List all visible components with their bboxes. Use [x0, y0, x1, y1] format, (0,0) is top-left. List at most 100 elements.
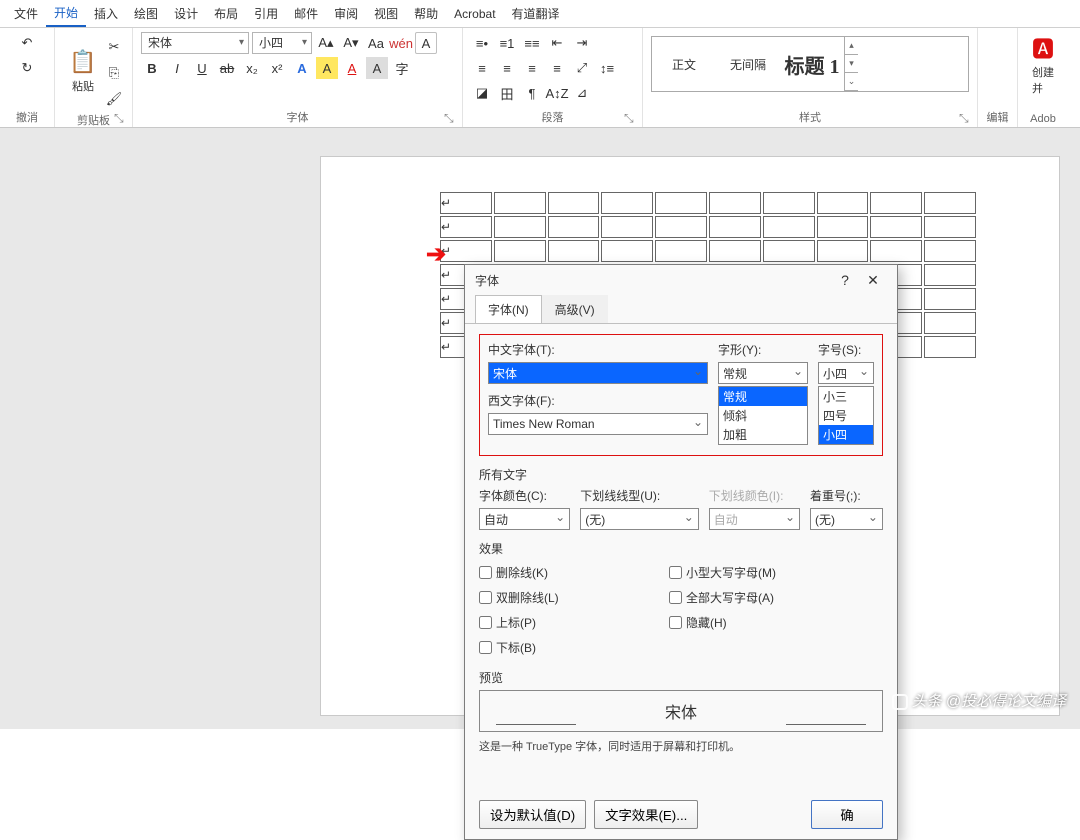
menu-layout[interactable]: 布局 [206, 1, 246, 26]
sort-button[interactable]: A↕Z [546, 82, 568, 104]
multilevel-button[interactable]: ≡≡ [521, 32, 543, 54]
menu-review[interactable]: 审阅 [326, 1, 366, 26]
menu-home[interactable]: 开始 [46, 0, 86, 27]
size-option-2[interactable]: 小四 [819, 425, 873, 444]
bullets-button[interactable]: ≡• [471, 32, 493, 54]
chk-allcaps[interactable]: 全部大写字母(A) [669, 589, 776, 606]
snap-button[interactable]: ⊿ [571, 82, 593, 104]
chinese-font-select[interactable]: 宋体 [488, 362, 708, 384]
menu-mailings[interactable]: 邮件 [286, 1, 326, 26]
style-nospacing[interactable]: 无间隔 [716, 37, 780, 91]
enclose-button[interactable]: 字 [391, 57, 413, 79]
indent-dec-button[interactable]: ⇤ [546, 32, 568, 54]
undo-button[interactable]: ↶ [16, 32, 38, 54]
superscript-button[interactable]: x² [266, 57, 288, 79]
phonetic-button[interactable]: wén [390, 32, 412, 54]
style-option-regular[interactable]: 常规 [719, 387, 807, 406]
strike-button[interactable]: ab [216, 57, 238, 79]
chk-hidden[interactable]: 隐藏(H) [669, 614, 776, 631]
paragraph-launcher-icon[interactable]: ⤡ [624, 111, 638, 125]
styles-launcher-icon[interactable]: ⤡ [959, 111, 973, 125]
align-right-button[interactable]: ≡ [521, 57, 543, 79]
chk-smallcaps[interactable]: 小型大写字母(M) [669, 564, 776, 581]
underline-select[interactable]: (无) [580, 508, 699, 530]
styles-gallery[interactable]: 正文 无间隔 标题 1 ▴▾⌄ [651, 36, 969, 92]
group-label: 字体 [141, 107, 454, 125]
menu-youdao[interactable]: 有道翻译 [504, 1, 568, 26]
style-option-italic[interactable]: 倾斜 [719, 406, 807, 425]
font-launcher-icon[interactable]: ⤡ [444, 111, 458, 125]
preview-box: 宋体 [479, 690, 883, 732]
grow-font-button[interactable]: A▴ [315, 32, 337, 54]
borders-button[interactable]: 田 [496, 82, 518, 104]
change-case-button[interactable]: Aa [365, 32, 387, 54]
distribute-button[interactable]: ⤢ [571, 57, 593, 79]
font-size-select[interactable]: 小四 [252, 32, 312, 54]
set-default-button[interactable]: 设为默认值(D) [479, 800, 586, 829]
menu-acrobat[interactable]: Acrobat [446, 3, 503, 25]
menu-insert[interactable]: 插入 [86, 1, 126, 26]
menu-references[interactable]: 引用 [246, 1, 286, 26]
chk-strike[interactable]: 删除线(K) [479, 564, 659, 581]
redo-button[interactable]: ↻ [16, 57, 38, 79]
clear-format-button[interactable]: A [415, 32, 437, 54]
fontcolor-select[interactable]: 自动 [479, 508, 570, 530]
italic-button[interactable]: I [166, 57, 188, 79]
underline-button[interactable]: U [191, 57, 213, 79]
group-label: 样式 [651, 107, 969, 125]
style-normal[interactable]: 正文 [652, 37, 716, 91]
text-effects-button[interactable]: 文字效果(E)... [594, 800, 698, 829]
paste-button[interactable]: 📋 粘贴 [63, 32, 103, 110]
dialog-titlebar[interactable]: 字体 ? ✕ [465, 265, 897, 295]
fontcolor-button[interactable]: A [341, 57, 363, 79]
tab-advanced[interactable]: 高级(V) [542, 295, 608, 323]
indent-inc-button[interactable]: ⇥ [571, 32, 593, 54]
group-label: 编辑 [986, 107, 1009, 125]
shrink-font-button[interactable]: A▾ [340, 32, 362, 54]
menu-help[interactable]: 帮助 [406, 1, 446, 26]
chk-super[interactable]: 上标(P) [479, 614, 659, 631]
numbering-button[interactable]: ≡1 [496, 32, 518, 54]
create-pdf-button[interactable]: 🅰 创建并 [1026, 32, 1060, 98]
align-left-button[interactable]: ≡ [471, 57, 493, 79]
tab-font[interactable]: 字体(N) [475, 295, 542, 323]
menu-draw[interactable]: 绘图 [126, 1, 166, 26]
bold-button[interactable]: B [141, 57, 163, 79]
ok-button[interactable]: 确 [811, 800, 883, 829]
font-name-select[interactable]: 宋体 [141, 32, 249, 54]
subscript-button[interactable]: x₂ [241, 57, 263, 79]
texteffects-button[interactable]: A [291, 57, 313, 79]
align-center-button[interactable]: ≡ [496, 57, 518, 79]
linespacing-button[interactable]: ↕≡ [596, 57, 618, 79]
menu-file[interactable]: 文件 [6, 1, 46, 26]
highlight-button[interactable]: A [316, 57, 338, 79]
group-clipboard: 📋 粘贴 ✂ ⎘ 🖌 剪贴板 ⤡ [55, 28, 133, 127]
fontstyle-listbox[interactable]: 常规 倾斜 加粗 [718, 386, 808, 445]
chk-sub[interactable]: 下标(B) [479, 639, 659, 656]
style-option-bold[interactable]: 加粗 [719, 425, 807, 444]
chk-dblstrike[interactable]: 双删除线(L) [479, 589, 659, 606]
western-font-select[interactable]: Times New Roman [488, 413, 708, 435]
shading-button[interactable]: ◪ [471, 82, 493, 104]
clipboard-icon: 📋 [69, 48, 97, 76]
showmarks-button[interactable]: ¶ [521, 82, 543, 104]
justify-button[interactable]: ≡ [546, 57, 568, 79]
underlinecolor-select: 自动 [709, 508, 800, 530]
clipboard-launcher-icon[interactable]: ⤡ [114, 111, 128, 125]
close-button[interactable]: ✕ [859, 272, 887, 289]
fontsize-input[interactable]: 小四 [818, 362, 874, 384]
help-button[interactable]: ? [831, 272, 859, 288]
copy-button[interactable]: ⎘ [103, 62, 125, 84]
emphasis-select[interactable]: (无) [810, 508, 883, 530]
format-painter-button[interactable]: 🖌 [103, 88, 125, 110]
size-option-1[interactable]: 四号 [819, 406, 873, 425]
cut-button[interactable]: ✂ [103, 36, 125, 58]
size-option-0[interactable]: 小三 [819, 387, 873, 406]
menu-view[interactable]: 视图 [366, 1, 406, 26]
charshading-button[interactable]: A [366, 57, 388, 79]
fontsize-listbox[interactable]: 小三 四号 小四 [818, 386, 874, 445]
fontstyle-input[interactable]: 常规 [718, 362, 808, 384]
menu-design[interactable]: 设计 [166, 1, 206, 26]
style-heading1[interactable]: 标题 1 [780, 37, 844, 91]
ribbon: ↶ ↻ 撤消 📋 粘贴 ✂ ⎘ 🖌 剪贴板 ⤡ 宋体 小四 A▴ A▾ [0, 28, 1080, 128]
